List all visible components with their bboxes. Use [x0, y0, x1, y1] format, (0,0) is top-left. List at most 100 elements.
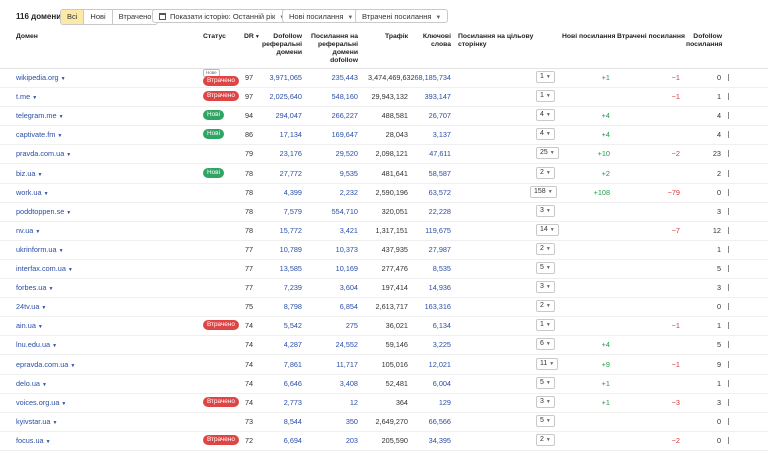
target-links-select[interactable]: 158 ▼: [530, 185, 557, 198]
keywords-value[interactable]: 163,316: [411, 297, 451, 316]
new-links-value[interactable]: +4: [580, 125, 610, 144]
links-on-ref-value[interactable]: 10,169: [308, 259, 358, 278]
keywords-value[interactable]: 27,987: [411, 240, 451, 259]
target-links-select[interactable]: 1 ▼: [536, 319, 555, 332]
dofollow-ref-value[interactable]: 4,287: [250, 335, 302, 354]
lost-links-value[interactable]: −1: [650, 68, 680, 87]
links-on-ref-value[interactable]: 6,854: [308, 297, 358, 316]
new-links-dropdown[interactable]: Нові посилання ▼: [282, 9, 361, 23]
links-on-ref-value[interactable]: 554,710: [308, 202, 358, 221]
domain-link[interactable]: kyivstar.ua ▼: [16, 412, 57, 433]
domain-link[interactable]: wikipedia.org ▼: [16, 68, 66, 89]
links-on-ref-value[interactable]: 24,552: [308, 335, 358, 354]
domain-link[interactable]: ain.ua ▼: [16, 316, 43, 337]
new-links-value[interactable]: +1: [580, 393, 610, 412]
dofollow-ref-value[interactable]: 10,789: [250, 240, 302, 259]
dofollow-ref-value[interactable]: 4,399: [250, 183, 302, 202]
links-on-ref-value[interactable]: 9,535: [308, 164, 358, 183]
keywords-value[interactable]: 68,185,734: [411, 68, 451, 87]
lost-links-dropdown[interactable]: Втрачені посилання ▼: [355, 9, 449, 23]
lost-links-value[interactable]: −2: [650, 144, 680, 163]
dofollow-ref-value[interactable]: 27,772: [250, 164, 302, 183]
keywords-value[interactable]: 34,395: [411, 431, 451, 450]
domain-link[interactable]: interfax.com.ua ▼: [16, 259, 73, 280]
filter-all[interactable]: Всі: [61, 10, 85, 24]
col-domain[interactable]: Домен: [16, 33, 38, 41]
domain-link[interactable]: pravda.com.ua ▼: [16, 144, 71, 165]
links-on-ref-value[interactable]: 548,160: [308, 87, 358, 106]
dofollow-ref-value[interactable]: 2,025,640: [250, 87, 302, 106]
target-links-select[interactable]: 2 ▼: [536, 166, 555, 179]
lost-links-value[interactable]: −1: [650, 87, 680, 106]
links-on-ref-value[interactable]: 10,373: [308, 240, 358, 259]
keywords-value[interactable]: 393,147: [411, 87, 451, 106]
dofollow-ref-value[interactable]: 17,134: [250, 125, 302, 144]
links-on-ref-value[interactable]: 169,647: [308, 125, 358, 144]
domain-link[interactable]: biz.ua ▼: [16, 164, 42, 185]
links-on-ref-value[interactable]: 3,421: [308, 221, 358, 240]
dofollow-ref-value[interactable]: 3,971,065: [250, 68, 302, 87]
links-on-ref-value[interactable]: 3,604: [308, 278, 358, 297]
domain-link[interactable]: voices.org.ua ▼: [16, 393, 66, 414]
target-links-select[interactable]: 4 ▼: [536, 109, 555, 122]
lost-links-value[interactable]: −1: [650, 355, 680, 374]
history-dropdown[interactable]: Показати історію: Останній рік▼: [152, 9, 293, 23]
target-links-select[interactable]: 3 ▼: [536, 204, 555, 217]
domain-link[interactable]: epravda.com.ua ▼: [16, 355, 75, 376]
new-links-value[interactable]: +1: [580, 68, 610, 87]
links-on-ref-value[interactable]: 275: [308, 316, 358, 335]
target-links-select[interactable]: 3 ▼: [536, 395, 555, 408]
col-dofollow-ref[interactable]: Dofollow реферальні домени: [250, 33, 302, 57]
domain-link[interactable]: poddtoppen.se ▼: [16, 202, 71, 223]
target-links-select[interactable]: 11 ▼: [536, 357, 559, 370]
col-lost-links[interactable]: Втрачені посилання: [617, 33, 685, 41]
target-links-select[interactable]: 14 ▼: [536, 223, 559, 236]
target-links-select[interactable]: 5 ▼: [536, 376, 555, 389]
links-on-ref-value[interactable]: 29,520: [308, 144, 358, 163]
domain-link[interactable]: forbes.ua ▼: [16, 278, 53, 299]
lost-links-value[interactable]: −1: [650, 316, 680, 335]
domain-link[interactable]: t.me ▼: [16, 87, 37, 108]
col-status[interactable]: Статус: [203, 33, 226, 41]
lost-links-value[interactable]: −3: [650, 393, 680, 412]
keywords-value[interactable]: 3,137: [411, 125, 451, 144]
keywords-value[interactable]: 129: [411, 393, 451, 412]
dofollow-ref-value[interactable]: 8,798: [250, 297, 302, 316]
keywords-value[interactable]: 8,535: [411, 259, 451, 278]
domain-link[interactable]: focus.ua ▼: [16, 431, 51, 452]
dofollow-ref-value[interactable]: 23,176: [250, 144, 302, 163]
lost-links-value[interactable]: −79: [650, 183, 680, 202]
keywords-value[interactable]: 6,004: [411, 374, 451, 393]
target-links-select[interactable]: 2 ▼: [536, 433, 555, 446]
target-links-select[interactable]: 5 ▼: [536, 414, 555, 427]
domain-link[interactable]: telegram.me ▼: [16, 106, 64, 127]
col-links-on-ref[interactable]: Посилання на реферальні домени dofollow: [308, 33, 358, 65]
lost-links-value[interactable]: −2: [650, 431, 680, 450]
target-links-select[interactable]: 25 ▼: [536, 147, 559, 160]
domain-link[interactable]: captivate.fm ▼: [16, 125, 62, 146]
keywords-value[interactable]: 63,572: [411, 183, 451, 202]
dofollow-ref-value[interactable]: 13,585: [250, 259, 302, 278]
col-traffic[interactable]: Трафік: [378, 33, 408, 41]
keywords-value[interactable]: 66,566: [411, 412, 451, 431]
target-links-select[interactable]: 1 ▼: [536, 71, 555, 83]
keywords-value[interactable]: 119,675: [411, 221, 451, 240]
dofollow-ref-value[interactable]: 2,773: [250, 393, 302, 412]
dofollow-ref-value[interactable]: 15,772: [250, 221, 302, 240]
links-on-ref-value[interactable]: 12: [308, 393, 358, 412]
lost-links-value[interactable]: −7: [650, 221, 680, 240]
links-on-ref-value[interactable]: 203: [308, 431, 358, 450]
col-links-to-target[interactable]: Посилання на цільову сторінку: [458, 33, 558, 49]
keywords-value[interactable]: 58,587: [411, 164, 451, 183]
links-on-ref-value[interactable]: 350: [308, 412, 358, 431]
dofollow-ref-value[interactable]: 7,861: [250, 355, 302, 374]
keywords-value[interactable]: 6,134: [411, 316, 451, 335]
target-links-select[interactable]: 4 ▼: [536, 128, 555, 141]
domain-link[interactable]: 24tv.ua ▼: [16, 297, 46, 318]
new-links-value[interactable]: +9: [580, 355, 610, 374]
domain-link[interactable]: work.ua ▼: [16, 183, 49, 204]
new-links-value[interactable]: +10: [580, 144, 610, 163]
links-on-ref-value[interactable]: 2,232: [308, 183, 358, 202]
keywords-value[interactable]: 14,936: [411, 278, 451, 297]
dofollow-ref-value[interactable]: 5,542: [250, 316, 302, 335]
